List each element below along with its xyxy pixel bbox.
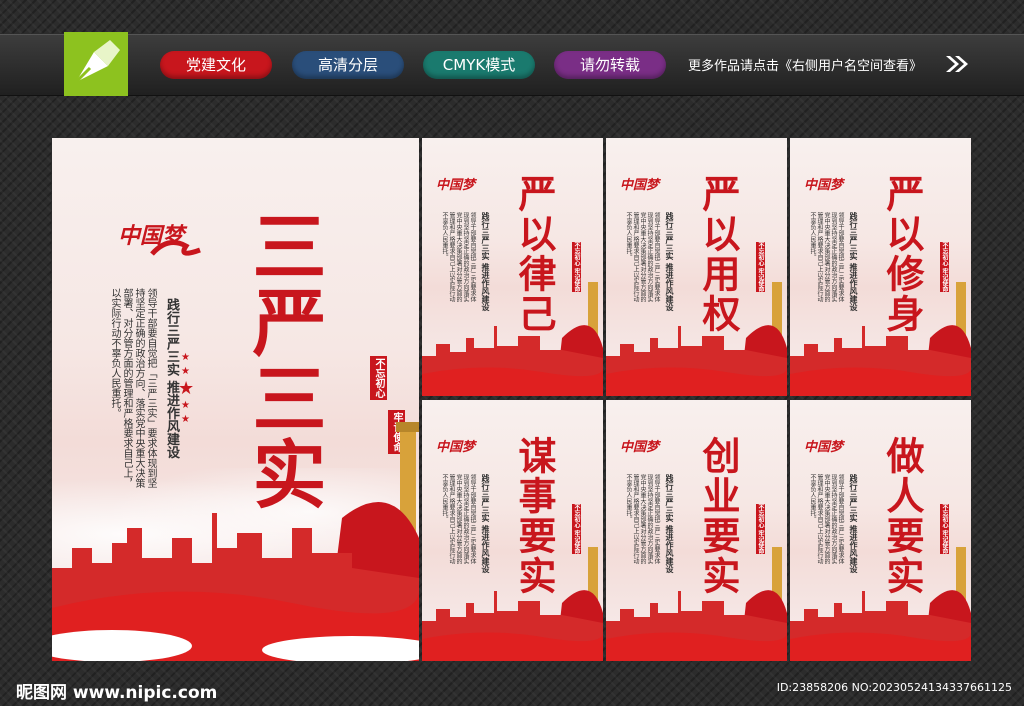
panel-3: 中国梦 严以修身 践行三严三实 推进作风建设 领导干部要自觉把三严三实要求体现到… (790, 138, 971, 396)
panel-6: 中国梦 做人要实 践行三严三实 推进作风建设 领导干部要自觉把三严三实要求体现到… (790, 400, 971, 661)
city-skyline-ribbon-illustration (790, 547, 971, 661)
calligraphy-logo: 中国梦 (804, 178, 844, 193)
calligraphy-logo: 中国梦 (436, 440, 476, 455)
brush-stroke-icon (150, 239, 201, 256)
panel-5: 中国梦 创业要实 践行三严三实 推进作风建设 领导干部要自觉把三严三实要求体现到… (606, 400, 787, 661)
city-skyline-ribbon-illustration (790, 282, 971, 396)
double-chevron-right-icon[interactable] (944, 54, 970, 74)
main-poster: 中国梦 三严三实 践行三严三实 推进作风建设 领导干部要自觉把「三严三实」要求体… (52, 138, 419, 661)
panel-2: 中国梦 严以用权 践行三严三实 推进作风建设 领导干部要自觉把三严三实要求体现到… (606, 138, 787, 396)
calligraphy-logo: 中国梦 (804, 440, 844, 455)
svg-text:★: ★ (181, 400, 190, 411)
svg-text:★: ★ (181, 352, 190, 363)
city-skyline-ribbon-illustration (606, 282, 787, 396)
seal-remember-origin: 不忘初心 (370, 356, 387, 400)
pill-no-repost[interactable]: 请勿转载 (554, 51, 666, 79)
svg-text:★: ★ (178, 378, 194, 399)
city-skyline-ribbon-illustration (422, 282, 603, 396)
pen-nib-icon (74, 40, 120, 84)
more-works-link[interactable]: 更多作品请点击《右侧用户名空间查看》 (688, 55, 922, 74)
brand-logo (64, 32, 128, 96)
pill-party-culture[interactable]: 党建文化 (160, 51, 272, 79)
city-skyline-ribbon-illustration (52, 422, 419, 661)
panel-1: 中国梦 严以律己 践行三严三实 推进作风建设 领导干部要自觉把三严三实要求体现到… (422, 138, 603, 396)
pill-hd-layers[interactable]: 高清分层 (292, 51, 404, 79)
stars-decoration-icon: ★ ★ ★ ★ ★ (178, 352, 194, 425)
calligraphy-logo: 中国梦 (436, 178, 476, 193)
city-skyline-ribbon-illustration (422, 547, 603, 661)
calligraphy-logo: 中国梦 (620, 178, 660, 193)
image-id-text: ID:23858206 NO:20230524134337661125 (776, 681, 1012, 694)
svg-text:★: ★ (181, 366, 190, 377)
calligraphy-logo: 中国梦 (620, 440, 660, 455)
watermark-logo: 昵图网 www.nipic.com (16, 683, 218, 703)
city-skyline-ribbon-illustration (606, 547, 787, 661)
panel-4: 中国梦 谋事要实 践行三严三实 推进作风建设 领导干部要自觉把三严三实要求体现到… (422, 400, 603, 661)
pill-cmyk[interactable]: CMYK模式 (423, 51, 535, 79)
